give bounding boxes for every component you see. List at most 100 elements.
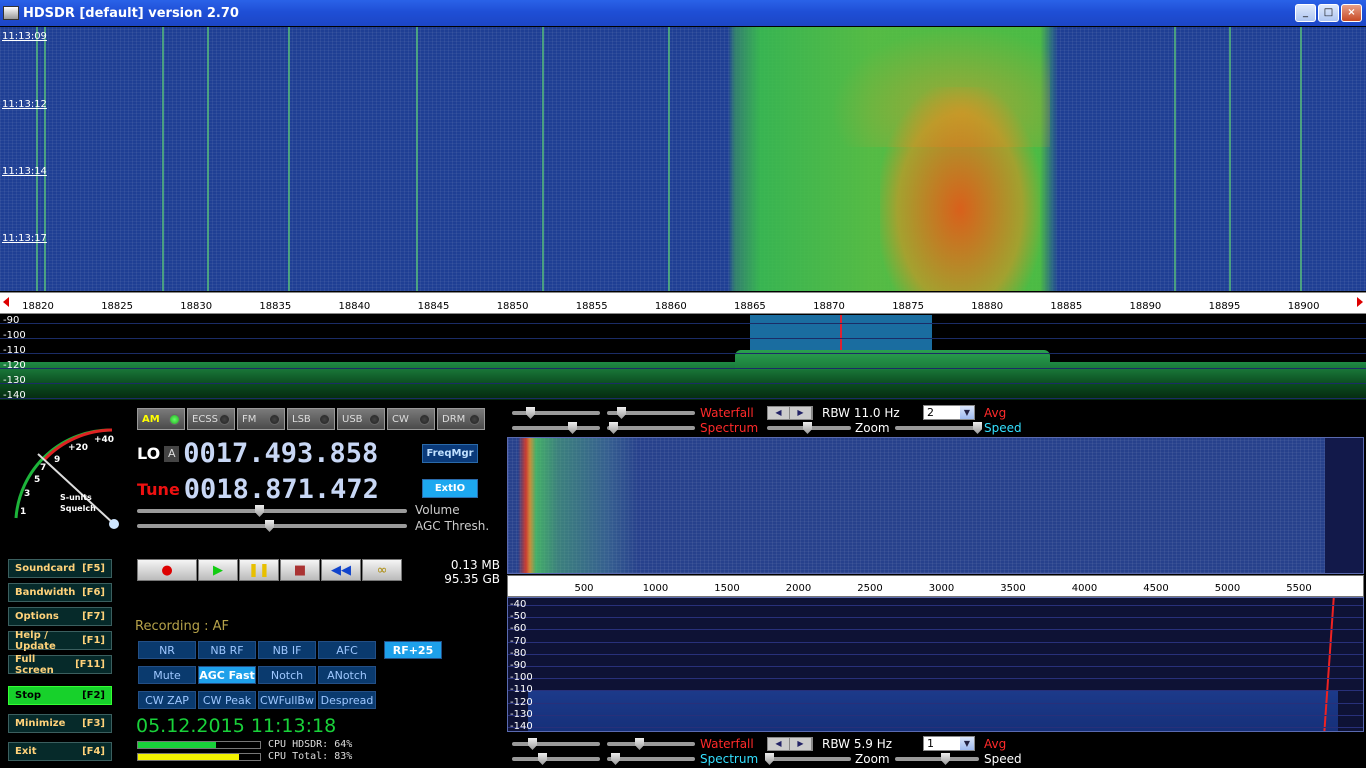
main-waterfall[interactable]: 11:13:09 11:13:12 11:13:14 11:13:17 xyxy=(0,27,1366,291)
af-spectrum-slider-1-bottom[interactable] xyxy=(512,753,600,765)
full-screen-button[interactable]: Full Screen [F11] xyxy=(8,654,112,676)
af-spectrum-slider-2-bottom[interactable] xyxy=(607,753,695,765)
af-spectrum-level-label: -130 xyxy=(510,708,533,720)
nb-if-button[interactable]: NB IF xyxy=(258,641,316,659)
rbw-left-icon[interactable]: ◀ xyxy=(768,738,790,750)
minimize-app-button[interactable]: Minimize [F3] xyxy=(8,714,112,733)
s-meter-scale-label: 9 xyxy=(54,455,60,465)
nb-rf-button[interactable]: NB RF xyxy=(198,641,256,659)
speed-label-bottom: Speed xyxy=(984,752,1022,766)
s-meter[interactable]: +40 +20 9 7 5 3 1 S-units Squelch xyxy=(4,418,128,530)
s-meter-scale-label: +40 xyxy=(94,435,114,445)
af-spectrum[interactable]: -40 -50 -60 -70 -80 -90 -100 -110 -120 -130 -140 xyxy=(507,597,1364,732)
options-button[interactable]: Options [F7] xyxy=(8,607,112,626)
despread-button[interactable]: Despread xyxy=(318,691,376,709)
transport-controls: ● ▶ ❚❚ ■ ◀◀ ∞ xyxy=(137,559,402,581)
play-button[interactable]: ▶ xyxy=(198,559,238,581)
cw-zap-button[interactable]: CW ZAP xyxy=(138,691,196,709)
waterfall-timestamp: 11:13:17 xyxy=(2,233,47,244)
mode-label: ECSS xyxy=(192,413,218,425)
agc-fast-button[interactable]: AGC Fast xyxy=(198,666,256,684)
rewind-button[interactable]: ◀◀ xyxy=(321,559,361,581)
waterfall-carrier-line xyxy=(542,27,544,291)
mode-lsb-button[interactable]: LSB xyxy=(287,408,335,430)
af-waterfall-slider-1[interactable] xyxy=(512,407,600,419)
notch-button[interactable]: Notch xyxy=(258,666,316,684)
record-button[interactable]: ● xyxy=(137,559,197,581)
af-spectrum-slider-2[interactable] xyxy=(607,422,695,434)
stop-playback-button[interactable]: ■ xyxy=(280,559,320,581)
help-update-button[interactable]: Help / Update [F1] xyxy=(8,630,112,652)
af-waterfall[interactable] xyxy=(507,437,1364,574)
spectrum-gridline xyxy=(0,368,1366,369)
mode-drm-button[interactable]: DRM xyxy=(437,408,485,430)
loop-button[interactable]: ∞ xyxy=(362,559,402,581)
mute-button[interactable]: Mute xyxy=(138,666,196,684)
rbw-stepper-bottom[interactable]: ◀ ▶ xyxy=(767,737,813,751)
minimize-button[interactable]: _ xyxy=(1295,4,1316,22)
cw-fullbw-button[interactable]: CWFullBw xyxy=(258,691,316,709)
tune-marker[interactable] xyxy=(840,315,842,355)
rbw-right-icon[interactable]: ▶ xyxy=(790,407,812,419)
bandwidth-button[interactable]: Bandwidth [F6] xyxy=(8,583,112,602)
cw-peak-button[interactable]: CW Peak xyxy=(198,691,256,709)
lo-frequency-display[interactable]: 0017.493.858 xyxy=(183,438,378,469)
stop-button[interactable]: Stop [F2] xyxy=(8,686,112,705)
exit-button[interactable]: Exit [F4] xyxy=(8,742,112,761)
volume-label: Volume xyxy=(415,503,460,517)
af-frequency-scale[interactable]: 500 1000 1500 2000 2500 3000 3500 4000 4500 5000 5… xyxy=(507,575,1364,597)
avg-select[interactable]: 2 ▼ xyxy=(923,405,975,420)
chevron-down-icon[interactable]: ▼ xyxy=(960,737,974,750)
agc-threshold-label: AGC Thresh. xyxy=(415,519,490,533)
vfo-a-button[interactable]: A xyxy=(164,445,180,462)
mode-led-icon xyxy=(319,413,330,425)
speed-slider[interactable] xyxy=(895,422,982,434)
mode-label: DRM xyxy=(442,413,466,425)
scroll-right-arrow-icon[interactable] xyxy=(1357,297,1363,307)
rbw-stepper[interactable]: ◀ ▶ xyxy=(767,406,813,420)
pause-button[interactable]: ❚❚ xyxy=(239,559,279,581)
agc-threshold-slider[interactable] xyxy=(137,520,407,532)
mode-ecss-button[interactable]: ECSS xyxy=(187,408,235,430)
zoom-slider-bottom[interactable] xyxy=(765,753,851,765)
tune-frequency-display[interactable]: 0018.871.472 xyxy=(184,474,379,505)
main-spectrum[interactable]: -90 -100 -110 -120 -130 -140 xyxy=(0,315,1366,400)
restore-button[interactable]: □ xyxy=(1318,4,1339,22)
mode-fm-button[interactable]: FM xyxy=(237,408,285,430)
rbw-left-icon[interactable]: ◀ xyxy=(768,407,790,419)
freq-tick-label: 18885 xyxy=(1050,301,1083,312)
extio-button[interactable]: ExtIO xyxy=(422,479,478,498)
scroll-left-arrow-icon[interactable] xyxy=(3,297,9,307)
rbw-right-icon[interactable]: ▶ xyxy=(790,738,812,750)
soundcard-button[interactable]: Soundcard [F5] xyxy=(8,559,112,578)
chevron-down-icon[interactable]: ▼ xyxy=(960,406,974,419)
mode-am-button[interactable]: AM xyxy=(137,408,185,430)
spectrum-gridline xyxy=(0,323,1366,324)
rf25-button[interactable]: RF+25 xyxy=(384,641,442,659)
menu-label: Stop xyxy=(15,690,42,701)
close-button[interactable]: × xyxy=(1341,4,1362,22)
mode-usb-button[interactable]: USB xyxy=(337,408,385,430)
freq-tick-label: 18825 xyxy=(101,301,133,312)
date-time: 05.12.2015 11:13:18 xyxy=(136,715,337,737)
af-waterfall-slider-2[interactable] xyxy=(607,407,695,419)
af-spectrum-slider-1[interactable] xyxy=(512,422,600,434)
volume-slider[interactable] xyxy=(137,505,407,517)
zoom-slider[interactable] xyxy=(767,422,851,434)
avg-select-bottom[interactable]: 1 ▼ xyxy=(923,736,975,751)
mode-cw-button[interactable]: CW xyxy=(387,408,435,430)
af-waterfall-slider-2-bottom[interactable] xyxy=(607,738,695,750)
s-meter-scale-label: 3 xyxy=(24,489,30,499)
freq-tick-label: 18900 xyxy=(1287,301,1320,312)
af-spectrum-gridline xyxy=(508,678,1363,680)
freqmgr-button[interactable]: FreqMgr xyxy=(422,444,478,463)
nr-button[interactable]: NR xyxy=(138,641,196,659)
af-waterfall-slider-1-bottom[interactable] xyxy=(512,738,600,750)
waterfall-carrier-line xyxy=(207,27,209,291)
waterfall-carrier-line xyxy=(162,27,164,291)
speed-slider-bottom[interactable] xyxy=(895,753,979,765)
anotch-button[interactable]: ANotch xyxy=(318,666,376,684)
af-spectrum-gridline xyxy=(508,727,1363,728)
frequency-scale[interactable]: 18820 18825 18830 18835 18840 18845 18850 18855… xyxy=(0,292,1366,314)
afc-button[interactable]: AFC xyxy=(318,641,376,659)
